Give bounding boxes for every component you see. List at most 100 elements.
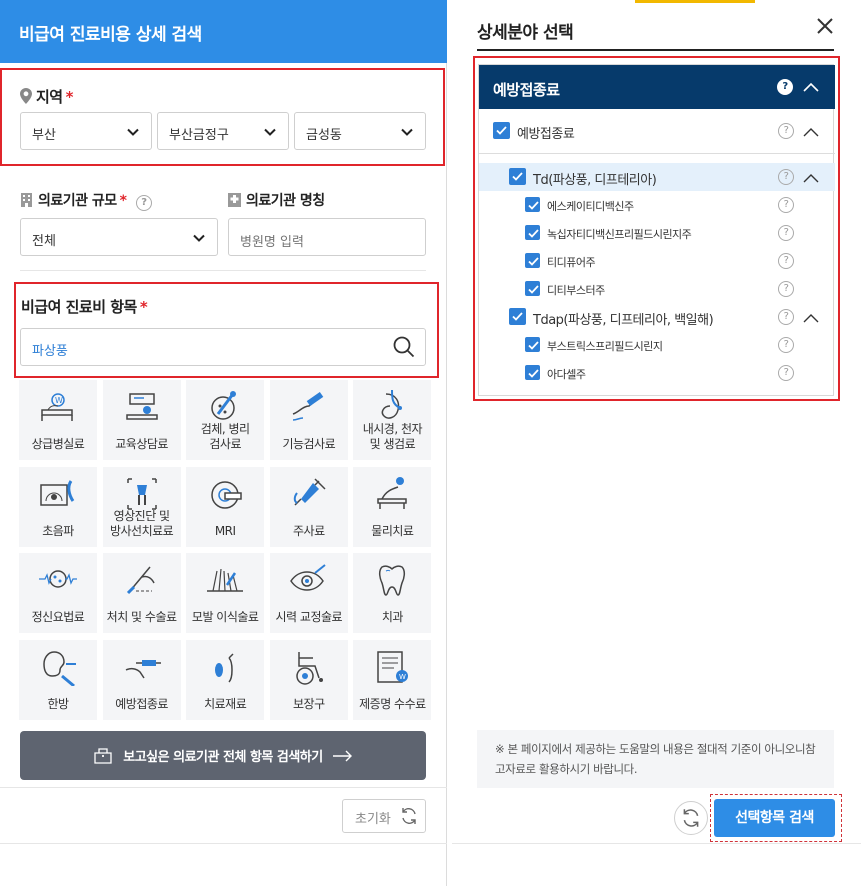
category-tile[interactable]: 기능검사료 bbox=[269, 380, 348, 460]
tree-leaf-item[interactable]: 부스트릭스프리필드시린지? bbox=[479, 331, 835, 359]
checkbox[interactable] bbox=[525, 365, 540, 380]
region-label-text: 지역 bbox=[36, 88, 63, 106]
category-tile[interactable]: 시력 교정술료 bbox=[269, 553, 348, 634]
category-label-text: 처치 및 수술료 bbox=[106, 610, 177, 625]
help-icon[interactable]: ? bbox=[135, 195, 152, 211]
tree-label: 디티부스터주 bbox=[547, 284, 605, 297]
category-tile[interactable]: 치과 bbox=[353, 553, 432, 634]
required-mark: * bbox=[65, 88, 74, 106]
category-tile[interactable]: 검체, 병리 검사료 bbox=[186, 380, 265, 460]
category-label-text: 상급병실료 bbox=[31, 437, 85, 451]
help-icon[interactable]: ? bbox=[778, 225, 794, 241]
checkbox[interactable] bbox=[509, 168, 526, 185]
scale-select[interactable]: 전체 bbox=[20, 218, 218, 256]
region-dong-select[interactable]: 금성동 bbox=[294, 112, 426, 150]
name-label-text: 의료기관 명칭 bbox=[246, 193, 325, 209]
checkbox[interactable] bbox=[525, 281, 540, 296]
region-sigungu-select[interactable]: 부산금정구 bbox=[157, 112, 289, 150]
tree-group-item[interactable]: Tdap(파상풍, 디프테리아, 백일해)? bbox=[479, 303, 835, 331]
reset-label: 초기화 bbox=[355, 812, 391, 827]
category-tile[interactable]: 물리치료 bbox=[353, 466, 432, 547]
tree-header[interactable]: 예방접종료 ? bbox=[479, 65, 835, 109]
submit-label: 선택항목 검색 bbox=[735, 810, 814, 826]
checkbox[interactable] bbox=[509, 308, 526, 325]
category-label-text: MRI bbox=[214, 523, 236, 538]
category-tile[interactable]: 교육상담료 bbox=[102, 380, 181, 460]
hospital-name-input[interactable] bbox=[228, 218, 426, 256]
tree-group-item[interactable]: Td(파상풍, 디프테리아)? bbox=[479, 163, 835, 191]
help-icon[interactable]: ? bbox=[778, 309, 794, 325]
category-label: 영상진단 및 방사선치료료 bbox=[103, 507, 181, 539]
category-label: 물리치료 bbox=[353, 507, 431, 539]
category-tile[interactable]: 처치 및 수술료 bbox=[102, 553, 181, 634]
category-tile[interactable]: W 제증명 수수료 bbox=[353, 640, 432, 721]
chevron-up-icon[interactable] bbox=[803, 313, 819, 323]
help-icon[interactable]: ? bbox=[778, 123, 794, 139]
category-tile[interactable]: 정신요법료 bbox=[19, 553, 97, 634]
category-label-text: 교육상담료 bbox=[115, 437, 168, 451]
item-search-input[interactable]: 파상풍 bbox=[20, 328, 426, 366]
checkbox[interactable] bbox=[493, 122, 510, 139]
category-tile[interactable]: 모발 이식술료 bbox=[186, 553, 265, 634]
chevron-up-icon[interactable] bbox=[803, 127, 819, 137]
chevron-up-icon[interactable] bbox=[803, 82, 819, 92]
tree-leaf-item[interactable]: 디티부스터주? bbox=[479, 275, 835, 303]
tree-label: 아다셀주 bbox=[547, 368, 586, 381]
required-mark: * bbox=[119, 193, 127, 209]
hospital-building-icon bbox=[94, 747, 112, 764]
selected-items-search-button[interactable]: 선택항목 검색 bbox=[714, 799, 835, 837]
category-tile[interactable]: MRI bbox=[186, 466, 265, 547]
category-tile[interactable]: 한방 bbox=[19, 640, 97, 721]
select-value: 부산 bbox=[32, 128, 56, 143]
category-tile[interactable]: 예방접종료 bbox=[102, 640, 181, 721]
tree-leaf-item[interactable]: 티디퓨어주? bbox=[479, 247, 835, 275]
help-icon[interactable]: ? bbox=[778, 337, 794, 353]
all-items-search-button[interactable]: 보고싶은 의료기관 전체 항목 검색하기 bbox=[20, 731, 426, 780]
tree-leaf-item[interactable]: 녹십자티디백신프리필드시린지주? bbox=[479, 219, 835, 247]
category-label-text: 치과 bbox=[381, 610, 404, 625]
tree-leaf-item[interactable]: 에스케이티디백신주? bbox=[479, 191, 835, 219]
category-tile[interactable]: 내시경, 천자 및 생검료 bbox=[353, 380, 432, 460]
category-tile[interactable]: 치료재료 bbox=[186, 640, 265, 721]
category-tile[interactable]: 영상진단 및 방사선치료료 bbox=[102, 466, 181, 547]
help-icon[interactable]: ? bbox=[778, 253, 794, 269]
checkbox[interactable] bbox=[525, 253, 540, 268]
help-icon[interactable]: ? bbox=[778, 365, 794, 381]
help-notice: ※ 본 페이지에서 제공하는 도움말의 내용은 절대적 기준이 아니오니참고자료… bbox=[477, 730, 834, 788]
checkbox[interactable] bbox=[525, 197, 540, 212]
category-tile[interactable]: 초음파 bbox=[19, 466, 97, 547]
reset-button[interactable]: 초기화 bbox=[342, 799, 426, 833]
help-icon[interactable]: ? bbox=[778, 197, 794, 213]
category-label: 치과 bbox=[353, 593, 431, 625]
checkbox[interactable] bbox=[525, 225, 540, 240]
tree-reset-button[interactable] bbox=[674, 801, 708, 835]
region-sido-select[interactable]: 부산 bbox=[20, 112, 152, 150]
all-items-search-label: 보고싶은 의료기관 전체 항목 검색하기 bbox=[123, 750, 323, 765]
category-label: 상급병실료 bbox=[19, 420, 97, 452]
help-icon[interactable]: ? bbox=[778, 169, 794, 185]
category-label: 교육상담료 bbox=[103, 420, 181, 452]
category-tile[interactable]: 주사료 bbox=[269, 466, 348, 547]
category-label: 기능검사료 bbox=[270, 420, 348, 452]
category-tile[interactable]: 보장구 bbox=[269, 640, 348, 721]
tree-root-item[interactable]: 예방접종료? bbox=[479, 117, 835, 145]
search-icon[interactable] bbox=[393, 336, 415, 358]
help-icon[interactable]: ? bbox=[778, 281, 794, 297]
detail-panel: 상세분야 선택 예방접종료 ? 예방접종료? Td(파상풍, 디프테리아)? 에스케… bbox=[452, 0, 861, 886]
chevron-down-icon bbox=[401, 128, 413, 136]
checkbox[interactable] bbox=[525, 337, 540, 352]
select-value: 전체 bbox=[32, 234, 56, 249]
help-icon[interactable]: ? bbox=[777, 79, 793, 95]
category-label-text: 정신요법료 bbox=[31, 610, 85, 625]
close-icon[interactable] bbox=[816, 17, 834, 35]
category-label-text: 제증명 수수료 bbox=[359, 697, 426, 712]
search-value: 파상풍 bbox=[32, 344, 68, 359]
panel-header: 비급여 진료비용 상세 검색 bbox=[0, 0, 447, 63]
chevron-down-icon bbox=[193, 234, 205, 242]
name-label: 의료기관 명칭 bbox=[228, 190, 325, 210]
item-label-text: 비급여 진료비 항목 bbox=[21, 298, 137, 316]
category-tile[interactable]: W 상급병실료 bbox=[19, 380, 97, 460]
tree-leaf-item[interactable]: 아다셀주? bbox=[479, 359, 835, 387]
category-label: 예방접종료 bbox=[103, 680, 181, 712]
chevron-up-icon[interactable] bbox=[803, 173, 819, 183]
